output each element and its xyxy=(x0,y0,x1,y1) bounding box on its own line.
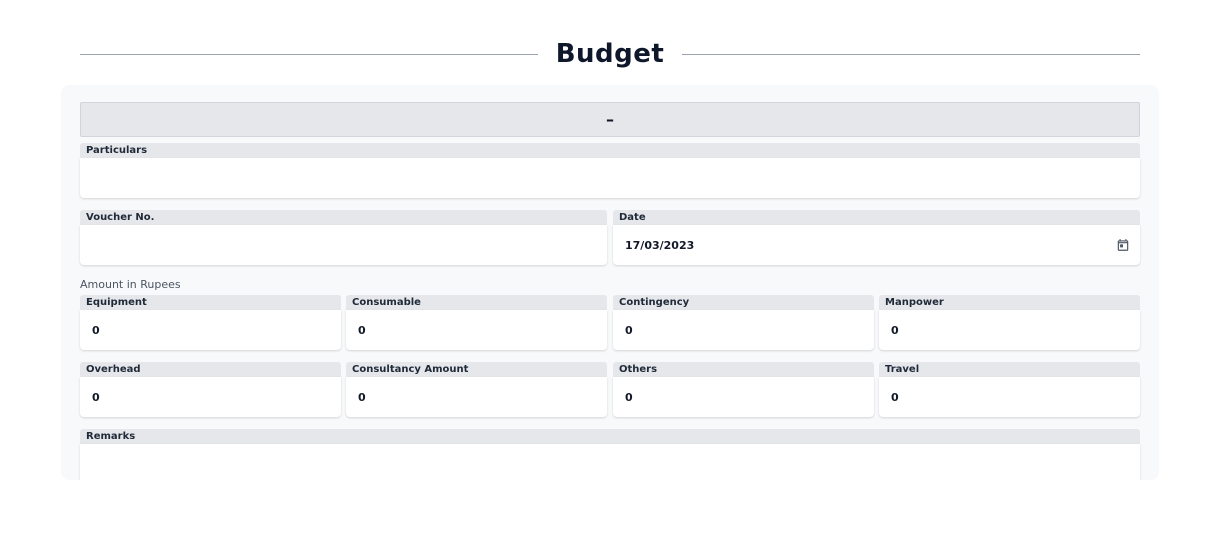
consumable-input[interactable]: 0 xyxy=(346,310,607,350)
travel-label: Travel xyxy=(879,362,1140,377)
date-input[interactable]: 17/03/2023 xyxy=(613,225,1140,265)
consultancy-amount-field: Consultancy Amount 0 xyxy=(346,362,607,417)
particulars-label: Particulars xyxy=(80,143,1140,158)
consultancy-amount-label: Consultancy Amount xyxy=(346,362,607,377)
others-label: Others xyxy=(613,362,874,377)
amount-section-label: Amount in Rupees xyxy=(80,278,181,291)
remarks-label: Remarks xyxy=(80,429,1140,444)
others-input[interactable]: 0 xyxy=(613,377,874,417)
contingency-field: Contingency 0 xyxy=(613,295,874,350)
manpower-input[interactable]: 0 xyxy=(879,310,1140,350)
contingency-label: Contingency xyxy=(613,295,874,310)
consumable-field: Consumable 0 xyxy=(346,295,607,350)
page-title: Budget xyxy=(555,39,665,69)
budget-form-panel: – Particulars Voucher No. Date 17/03/202… xyxy=(61,85,1159,480)
particulars-input[interactable] xyxy=(80,158,1140,198)
remarks-field: Remarks xyxy=(80,429,1140,480)
collapse-button[interactable]: – xyxy=(80,102,1140,137)
equipment-label: Equipment xyxy=(80,295,341,310)
equipment-field: Equipment 0 xyxy=(80,295,341,350)
others-field: Others 0 xyxy=(613,362,874,417)
voucher-no-field: Voucher No. xyxy=(80,210,607,265)
manpower-label: Manpower xyxy=(879,295,1140,310)
voucher-no-label: Voucher No. xyxy=(80,210,607,225)
overhead-label: Overhead xyxy=(80,362,341,377)
date-field: Date 17/03/2023 xyxy=(613,210,1140,265)
travel-input[interactable]: 0 xyxy=(879,377,1140,417)
consultancy-amount-input[interactable]: 0 xyxy=(346,377,607,417)
travel-field: Travel 0 xyxy=(879,362,1140,417)
page-header: Budget xyxy=(80,36,1140,72)
title-divider-right xyxy=(682,53,1140,55)
overhead-input[interactable]: 0 xyxy=(80,377,341,417)
manpower-field: Manpower 0 xyxy=(879,295,1140,350)
particulars-field: Particulars xyxy=(80,143,1140,198)
title-divider-left xyxy=(80,53,538,55)
date-value: 17/03/2023 xyxy=(625,238,695,252)
remarks-input[interactable] xyxy=(80,444,1140,480)
consumable-label: Consumable xyxy=(346,295,607,310)
overhead-field: Overhead 0 xyxy=(80,362,341,417)
voucher-no-input[interactable] xyxy=(80,225,607,265)
equipment-input[interactable]: 0 xyxy=(80,310,341,350)
calendar-icon[interactable] xyxy=(1116,238,1130,252)
contingency-input[interactable]: 0 xyxy=(613,310,874,350)
date-label: Date xyxy=(613,210,1140,225)
